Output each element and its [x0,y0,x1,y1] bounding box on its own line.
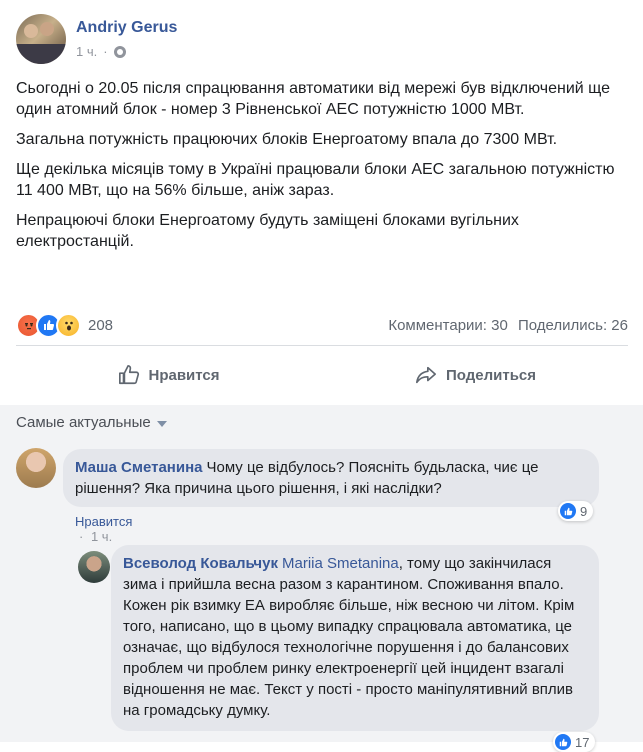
reaction-summary[interactable]: 208 [16,312,113,338]
comments-filter-label: Самые актуальные [16,414,151,431]
post-paragraph: Ще декілька місяців тому в Україні працю… [16,161,615,199]
reaction-count[interactable]: 208 [88,317,113,334]
comment-separator: · [79,529,84,544]
post-time[interactable]: 1 ч. [76,44,97,59]
comment-like-count: 9 [580,503,588,519]
post-paragraph: Непрацюючі блоки Енергоатому будуть замі… [16,212,519,250]
comment-bubble: Маша Сметанина Чому це відбулось? Поясніт… [63,449,599,507]
reply-like-count: 17 [575,734,590,750]
like-button[interactable]: Нравится [16,353,322,397]
replier-avatar[interactable] [78,551,110,583]
post-paragraph: Загальна потужність працюючих блоків Ене… [16,131,558,148]
like-icon [555,734,571,750]
meta-separator: · [103,44,108,59]
commenter-avatar[interactable] [16,448,56,488]
comment-like-link[interactable]: Нравится [75,514,132,529]
share-button[interactable]: Поделиться [322,353,628,397]
comment-author[interactable]: Маша Сметанина [75,459,202,476]
post-meta: 1 ч. · [76,44,177,59]
chevron-down-icon [156,420,167,427]
reply-mention[interactable]: Mariia Smetanina [282,555,399,572]
globe-icon[interactable] [113,45,126,58]
comment-actions: Нравится · 1 ч. [75,514,132,544]
thumbs-up-icon [119,365,140,385]
post-stats: Комментарии: 30 Поделились: 26 [382,317,628,334]
post-paragraph: Сьогодні о 20.05 після спрацювання автом… [16,80,611,118]
comment-time[interactable]: 1 ч. [91,529,112,544]
reply-bubble: Всеволод Ковальчук Mariia Smetanina, тому… [111,545,599,731]
reactions-bar: 208 Комментарии: 30 Поделились: 26 [16,312,628,338]
share-button-label: Поделиться [445,366,537,384]
author-name[interactable]: Andriy Gerus [76,18,177,38]
comments-section: Самые актуальные Маша Сметанина Чому це в… [0,405,643,752]
post-header: Andriy Gerus 1 ч. · [16,14,177,64]
reply-author[interactable]: Всеволод Ковальчук [123,555,278,572]
share-icon [415,366,436,384]
comments-filter[interactable]: Самые актуальные [16,414,167,431]
post-body: Сьогодні о 20.05 після спрацювання автом… [16,78,628,261]
comments-count[interactable]: Комментарии: 30 [388,317,508,334]
like-icon [560,503,576,519]
action-row: Нравится Поделиться [16,353,628,397]
wow-icon [56,312,81,338]
author-block: Andriy Gerus 1 ч. · [76,14,177,64]
shares-count[interactable]: Поделились: 26 [518,317,628,334]
author-avatar[interactable] [16,14,66,64]
like-button-label: Нравится [148,366,220,384]
comment-like-badge[interactable]: 9 [558,501,594,521]
divider [16,345,628,346]
reply-like-badge[interactable]: 17 [553,732,596,752]
reply-text: , тому що закінчилася зима і прийшла вес… [123,555,575,719]
